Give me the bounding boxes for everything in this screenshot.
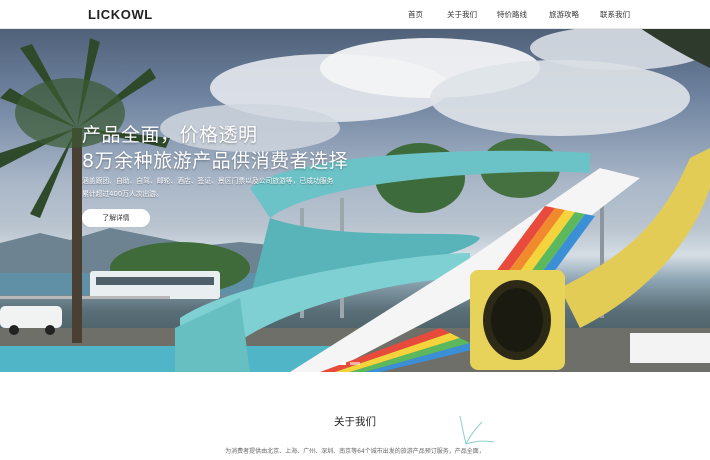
bird-doodle-icon — [459, 415, 495, 445]
nav-item-special-routes[interactable]: 特价路线 — [497, 9, 527, 20]
about-section-description: 为消费者提供由北京、上海、广州、深圳、南京等64个城市出发的旅游产品预订服务，产… — [225, 448, 485, 455]
brand-logo[interactable]: LICKOWL — [88, 7, 153, 22]
hero-description-line-2: 累计超过400万人次出游。 — [82, 190, 163, 198]
hero-banner: 产品全面，价格透明 8万余种旅游产品供消费者选择 涵盖跟团、自助、自驾、邮轮、酒… — [0, 28, 710, 372]
carousel-dot-1[interactable] — [336, 362, 346, 365]
hero-title: 产品全面，价格透明 8万余种旅游产品供消费者选择 — [82, 122, 348, 174]
site-header: LICKOWL 首页 关于我们 特价路线 旅游攻略 联系我们 — [0, 0, 710, 29]
nav-item-about[interactable]: 关于我们 — [447, 9, 477, 20]
nav-item-contact[interactable]: 联系我们 — [600, 9, 630, 20]
hero-title-line-2: 8万余种旅游产品供消费者选择 — [82, 150, 349, 172]
about-section-title: 关于我们 — [334, 416, 376, 428]
hero-background-image — [0, 28, 710, 372]
hero-title-line-1: 产品全面，价格透明 — [82, 124, 258, 146]
learn-more-button[interactable]: 了解详情 — [82, 209, 150, 227]
hero-description-line-1: 涵盖跟团、自助、自驾、邮轮、酒店、签证、景区门票以及公司旅游等，已成功服务 — [82, 177, 334, 185]
nav-item-home[interactable]: 首页 — [408, 9, 423, 20]
carousel-dot-2[interactable] — [350, 362, 360, 365]
nav-item-travel-guide[interactable]: 旅游攻略 — [549, 9, 579, 20]
